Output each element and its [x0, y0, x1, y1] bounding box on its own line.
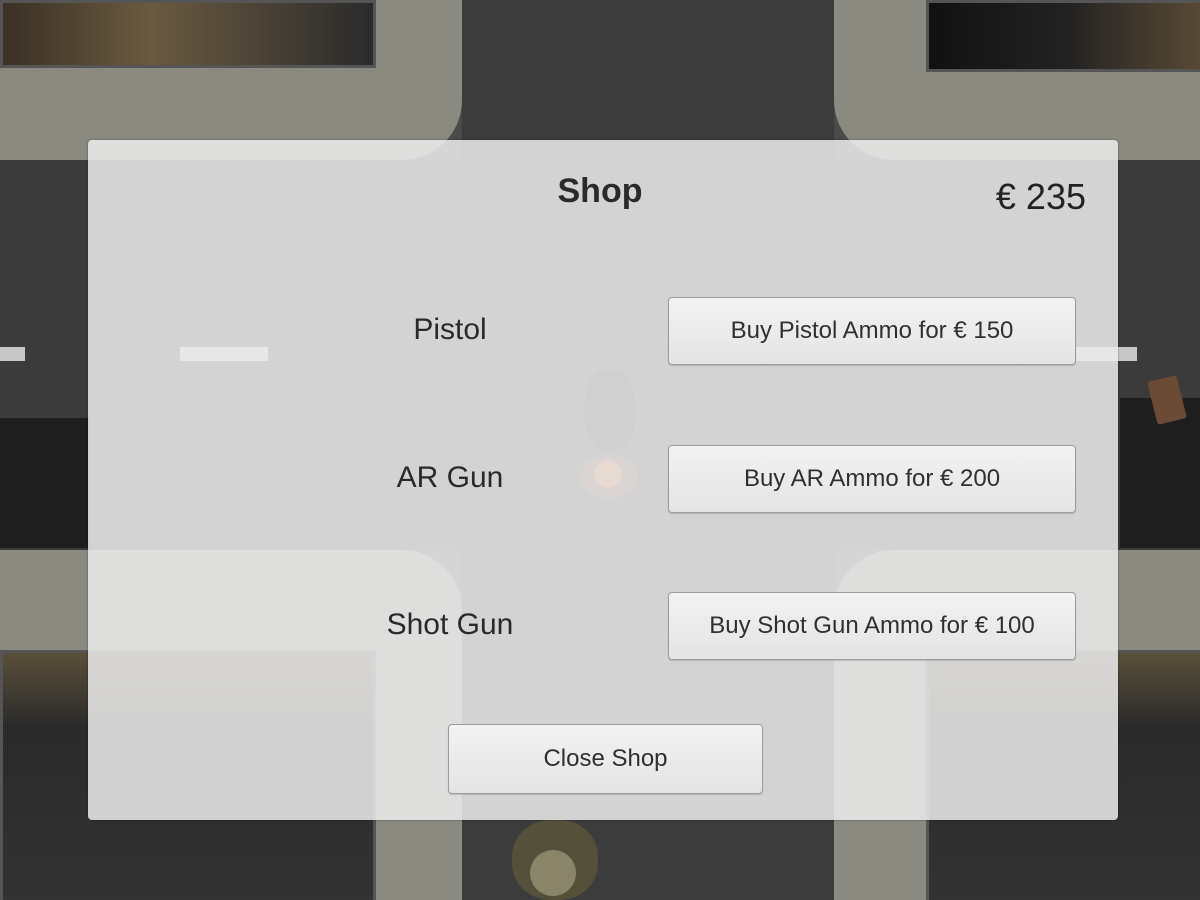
- buy-shot-gun-ammo-button[interactable]: Buy Shot Gun Ammo for € 100: [668, 592, 1076, 660]
- weapon-label-shot-gun: Shot Gun: [386, 608, 514, 641]
- money-display: € 235: [995, 176, 1086, 217]
- close-shop-button[interactable]: Close Shop: [448, 724, 763, 794]
- npc-head: [530, 850, 576, 896]
- building-top-right: [926, 0, 1200, 72]
- road-marking: [0, 347, 25, 361]
- weapon-label-ar-gun: AR Gun: [396, 461, 504, 494]
- buy-pistol-ammo-button[interactable]: Buy Pistol Ammo for € 150: [668, 297, 1076, 365]
- building-middle-left: [0, 418, 90, 548]
- buy-ar-ammo-button[interactable]: Buy AR Ammo for € 200: [668, 445, 1076, 513]
- weapon-label-pistol: Pistol: [413, 313, 487, 346]
- building-top-left: [0, 0, 376, 68]
